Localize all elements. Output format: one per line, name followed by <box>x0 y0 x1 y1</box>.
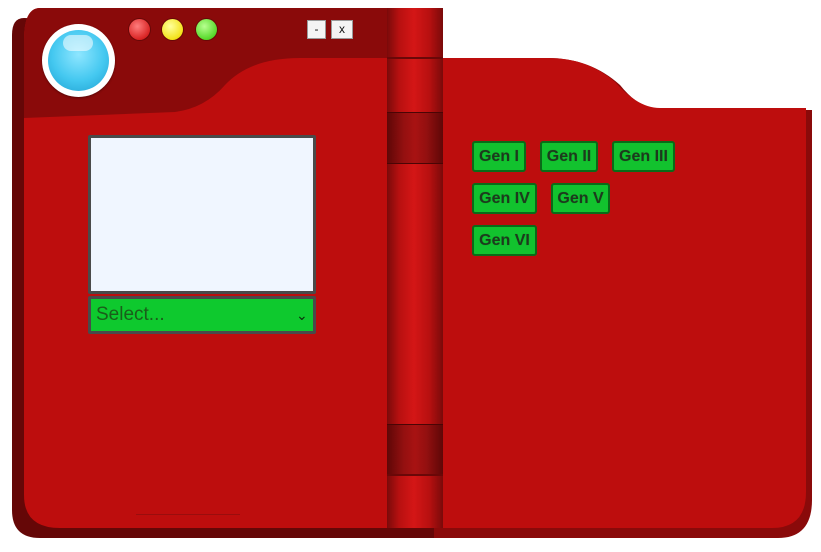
lens-highlight <box>63 35 93 51</box>
hinge-divider <box>387 57 443 59</box>
chevron-down-icon[interactable]: ⌄ <box>296 307 308 324</box>
hinge-band-bottom <box>387 424 443 476</box>
gen-4-button[interactable]: Gen IV <box>472 183 537 214</box>
yellow-led-icon <box>162 19 183 40</box>
red-led-icon <box>129 19 150 40</box>
gen-6-button[interactable]: Gen VI <box>472 225 537 256</box>
gen-3-button[interactable]: Gen III <box>612 141 675 172</box>
gen-5-button[interactable]: Gen V <box>551 183 610 214</box>
minimize-button[interactable]: - <box>307 20 326 39</box>
gen-1-button[interactable]: Gen I <box>472 141 526 172</box>
hinge-divider-bottom <box>387 474 443 476</box>
green-led-icon <box>196 19 217 40</box>
close-button[interactable]: x <box>331 20 353 39</box>
select-value: Select... <box>96 304 165 325</box>
body-seam <box>136 514 240 515</box>
hinge-band-top <box>387 112 443 164</box>
gen-2-button[interactable]: Gen II <box>540 141 598 172</box>
display-screen <box>88 135 316 294</box>
